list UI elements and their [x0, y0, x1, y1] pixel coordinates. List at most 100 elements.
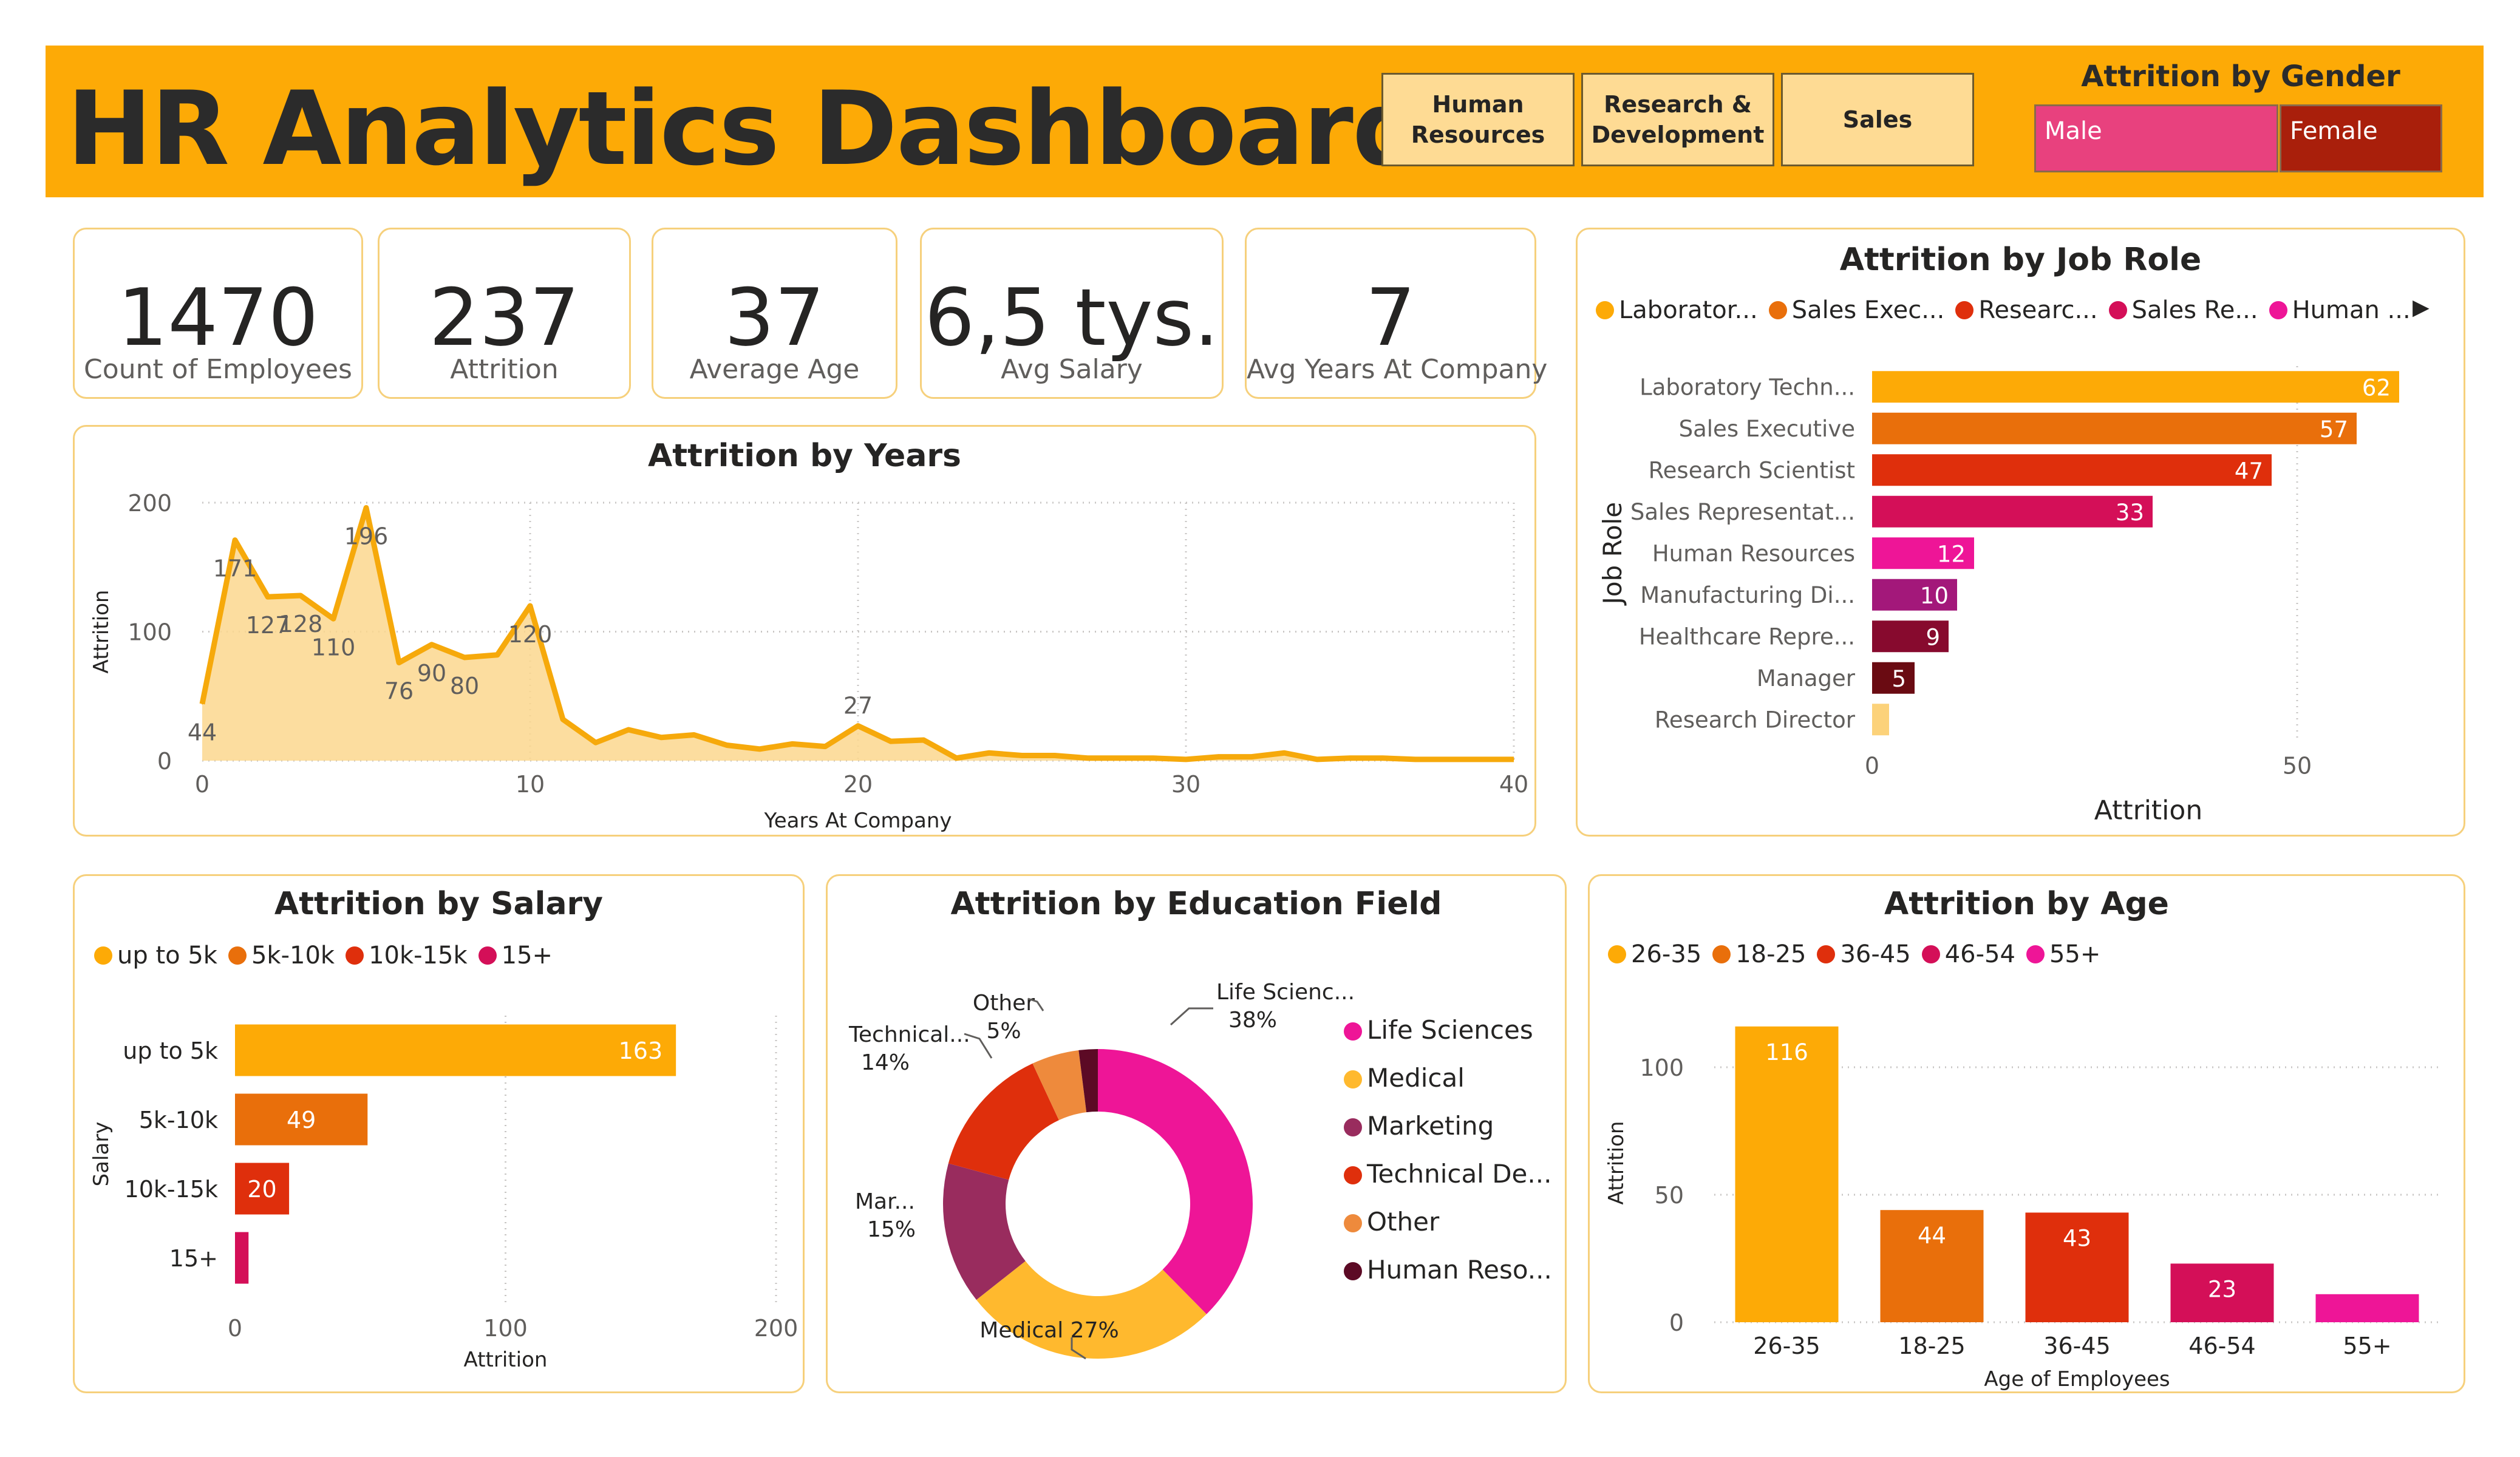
data-point: [1480, 758, 1482, 760]
data-point: [497, 654, 498, 656]
kpi-label: Average Age: [689, 354, 860, 385]
data-point: [661, 736, 662, 738]
data-label: 27: [843, 693, 873, 719]
bar: [1872, 454, 2272, 486]
y-tick-label: Manager: [1757, 665, 1856, 691]
data-label: 9: [1926, 624, 1940, 650]
data-point: [300, 595, 301, 596]
legend-label: Other: [1367, 1207, 1440, 1237]
kpi-value: 6,5 tys.: [924, 271, 1219, 364]
data-label: 90: [417, 660, 446, 687]
slice-label: 14%: [861, 1050, 910, 1075]
gender-male-button[interactable]: Male: [2034, 104, 2278, 172]
data-point: [890, 741, 891, 742]
y-axis-title: Attrition: [1604, 1121, 1629, 1205]
data-point: [923, 739, 924, 741]
chart-card-education[interactable]: Attrition by Education Field Life Scienc…: [826, 874, 1567, 1393]
salary-bar-chart: 0 100 200 up to 5k 163 5k-10k 49 10k-15k 20 15+ At…: [89, 1016, 798, 1372]
y-tick-label: Human Resources: [1652, 540, 1855, 566]
data-point: [398, 662, 400, 664]
data-label: 80: [450, 673, 479, 699]
data-label: 12: [1937, 541, 1966, 567]
data-point: [1349, 757, 1350, 759]
y-tick-label: 10k-15k: [124, 1176, 218, 1203]
y-tick-label: Sales Executive: [1679, 416, 1855, 442]
x-tick-label: 10: [516, 771, 545, 798]
data-point: [1251, 756, 1252, 758]
data-label: 43: [2063, 1225, 2091, 1251]
slice-label: Other: [973, 991, 1035, 1016]
x-tick-label: 20: [843, 771, 873, 798]
kpi-value: 7: [1365, 271, 1416, 364]
chart-card-job-role[interactable]: Attrition by Job Role Laborator... Sales …: [1576, 228, 2465, 837]
education-donut-chart: Life Scienc... 38% Medical 27% Mar... 15% Tec…: [848, 980, 1552, 1360]
x-tick-label: 100: [483, 1315, 528, 1342]
donut-slice: [1098, 1049, 1253, 1314]
x-tick-label: 18-25: [1898, 1333, 1965, 1359]
data-point: [1513, 758, 1514, 760]
data-label: 120: [508, 621, 553, 648]
y-tick-label: 100: [1640, 1055, 1684, 1081]
y-axis-title: Attrition: [89, 590, 114, 674]
data-label: 44: [188, 719, 217, 746]
x-tick-label: 0: [1865, 753, 1879, 779]
legend-dot-icon: [1344, 1118, 1362, 1136]
chart-card-age[interactable]: Attrition by Age 26-35 18-25 36-45 46-54 55+…: [1588, 874, 2465, 1393]
dashboard-title: HR Analytics Dashboard: [67, 69, 1425, 188]
data-point: [431, 644, 432, 645]
data-point: [759, 748, 760, 750]
slicer-research-development[interactable]: Research & Development: [1581, 73, 1774, 166]
x-tick-label: 26-35: [1753, 1333, 1820, 1359]
data-label: 20: [247, 1176, 276, 1203]
data-point: [1218, 756, 1219, 758]
bar: [1872, 412, 2357, 444]
bar: [2315, 1294, 2419, 1322]
data-label: 110: [312, 634, 356, 661]
legend-dot-icon: [1344, 1214, 1362, 1232]
legend-dot-icon: [1344, 1166, 1362, 1184]
x-tick-label: 46-54: [2188, 1333, 2255, 1359]
y-axis-title: Job Role: [1598, 502, 1627, 606]
data-point: [857, 725, 859, 727]
chart-card-salary[interactable]: Attrition by Salary up to 5k 5k-10k 10k-15…: [73, 874, 805, 1393]
data-label: 10: [1920, 583, 1949, 609]
x-tick-label: 0: [228, 1315, 242, 1342]
slice-label: Technical...: [848, 1022, 970, 1047]
x-tick-label: 55+: [2343, 1333, 2391, 1359]
kpi-value: 1470: [117, 271, 319, 364]
data-point: [595, 742, 596, 744]
kpi-card-avg-years: 7 Avg Years At Company: [1245, 228, 1548, 399]
y-tick-label: Healthcare Repre...: [1639, 623, 1855, 650]
data-point: [1448, 758, 1449, 760]
x-axis-title: Years At Company: [763, 809, 952, 833]
data-label: 171: [213, 555, 257, 582]
data-point: [333, 618, 334, 620]
data-point: [1415, 758, 1416, 760]
data-point: [202, 703, 203, 705]
data-point: [1316, 758, 1318, 760]
slicer-sales[interactable]: Sales: [1781, 73, 1974, 166]
kpi-card-attrition: 237 Attrition: [378, 228, 631, 399]
y-tick-label: up to 5k: [123, 1038, 218, 1064]
years-area-chart: 01002000 10 20 30 40441711271281101967690 801…: [89, 490, 1528, 833]
kpi-label: Avg Years At Company: [1247, 354, 1548, 385]
data-point: [956, 757, 957, 759]
chart-card-years[interactable]: Attrition by Years 0 100 200 0 10 20 30 40 44 171…: [73, 425, 1536, 837]
slicer-human-resources[interactable]: Human Resources: [1381, 73, 1575, 166]
y-tick-label: 15+: [169, 1245, 218, 1272]
bar: [1872, 495, 2153, 528]
y-tick-label: Laboratory Techn...: [1640, 374, 1855, 400]
x-tick-label: 30: [1171, 771, 1200, 798]
data-label: 23: [2208, 1276, 2236, 1302]
slice-label: 5%: [986, 1019, 1021, 1044]
slice-label: Mar...: [855, 1189, 915, 1214]
gender-female-button[interactable]: Female: [2280, 104, 2442, 172]
data-point: [693, 734, 695, 736]
data-label: 33: [2116, 500, 2144, 526]
x-axis-title: Attrition: [2094, 795, 2202, 826]
slice-label: 38%: [1228, 1008, 1277, 1033]
y-tick-label: Research Scientist: [1649, 457, 1855, 483]
kpi-label: Attrition: [450, 354, 559, 385]
bar: [235, 1024, 676, 1076]
data-label: 163: [619, 1038, 663, 1064]
